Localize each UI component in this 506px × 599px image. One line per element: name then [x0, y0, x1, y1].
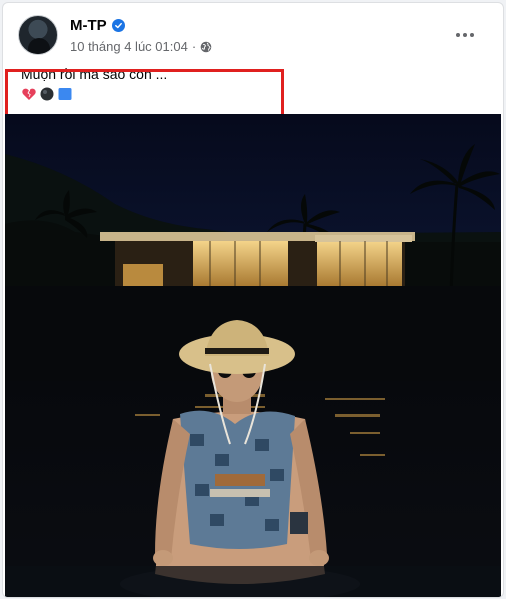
author-row: M-TP — [70, 17, 125, 34]
more-options-icon[interactable] — [450, 23, 480, 47]
more-dot — [470, 33, 474, 37]
post-card: M-TP 10 tháng 4 lúc 01:04 · Muộn rồi mà … — [2, 2, 504, 598]
author-avatar[interactable] — [18, 15, 58, 55]
author-name[interactable]: M-TP — [70, 17, 107, 34]
post-timestamp[interactable]: 10 tháng 4 lúc 01:04 — [70, 39, 188, 54]
more-dot — [456, 33, 460, 37]
post-meta: 10 tháng 4 lúc 01:04 · — [70, 39, 212, 54]
verified-badge-icon — [111, 19, 125, 32]
post-header: M-TP 10 tháng 4 lúc 01:04 · — [18, 15, 488, 59]
highlight-annotation-box — [5, 69, 284, 120]
globe-icon[interactable] — [200, 41, 212, 53]
post-photo[interactable] — [5, 114, 501, 597]
more-dot — [463, 33, 467, 37]
meta-separator: · — [191, 39, 197, 54]
